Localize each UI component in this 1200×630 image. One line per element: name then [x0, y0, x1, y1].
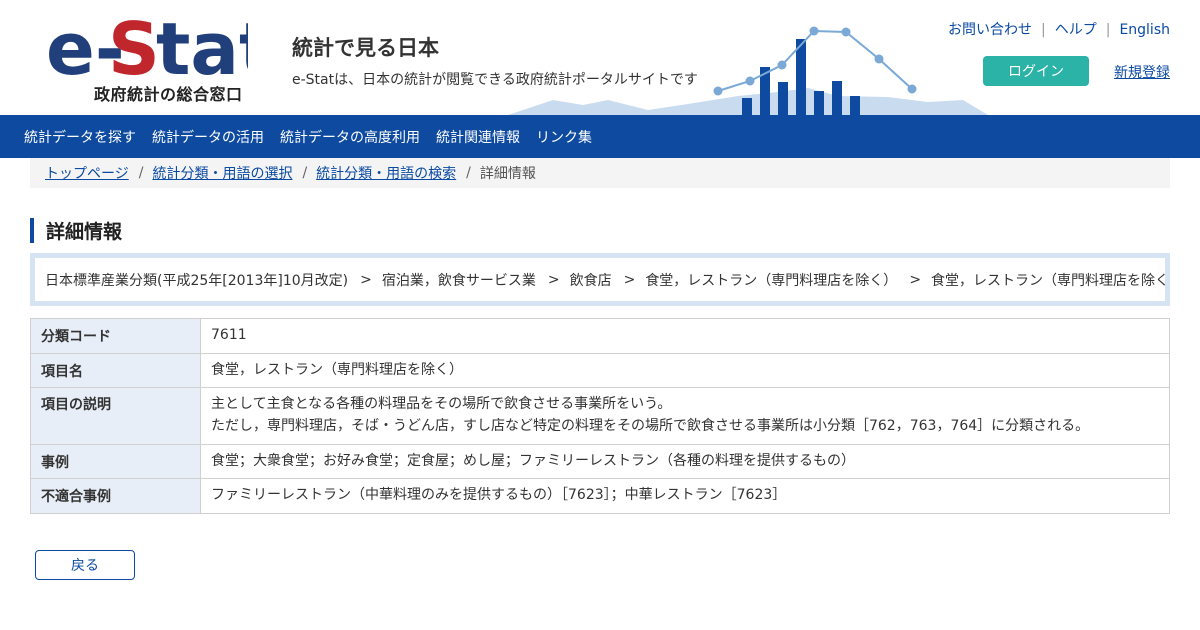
breadcrumb-separator: / — [302, 165, 308, 181]
svg-text:tat: tat — [156, 12, 248, 78]
nav-item-links[interactable]: リンク集 — [528, 127, 600, 147]
tagline-title: 統計で見る日本 — [292, 36, 439, 60]
site-header: e- S tat 政府統計の総合窓口 統計で見る日本 e-Statは、日本の統計… — [0, 0, 1200, 115]
util-separator: | — [1105, 22, 1111, 38]
english-link[interactable]: English — [1119, 22, 1170, 38]
login-button[interactable]: ログイン — [983, 56, 1089, 86]
table-row-description: 項目の説明 主として主食となる各種の料理品をその場所で飲食させる事業所をいう。 … — [30, 387, 1170, 445]
breadcrumb-classification-select[interactable]: 統計分類・用語の選択 — [152, 163, 292, 183]
svg-text:S: S — [108, 12, 160, 78]
non-examples-label: 不適合事例 — [30, 478, 201, 515]
table-row-name: 項目名 食堂，レストラン（専門料理店を除く） — [30, 352, 1170, 389]
breadcrumb-top-page[interactable]: トップページ — [45, 163, 129, 183]
description-line: 主として主食となる各種の料理品をその場所で飲食させる事業所をいう。 — [211, 396, 672, 413]
description-line: ただし，専門料理店，そば・うどん店，すし店など特定の料理をその場所で飲食させる事… — [211, 418, 1090, 435]
nav-item-use-data[interactable]: 統計データの活用 — [144, 127, 272, 147]
logo-subtitle: 政府統計の総合窓口 — [94, 85, 243, 104]
main-navigation: 統計データを探す 統計データの活用 統計データの高度利用 統計関連情報 リンク集 — [0, 115, 1200, 158]
utility-links: お問い合わせ | ヘルプ | English — [948, 19, 1170, 39]
path-separator: > — [547, 271, 560, 288]
breadcrumb-classification-search[interactable]: 統計分類・用語の検索 — [316, 163, 456, 183]
path-item: 飲食店 — [569, 272, 612, 289]
path-item: 食堂，レストラン（専門料理店を除く） — [645, 272, 898, 289]
table-row-examples: 事例 食堂；大衆食堂；お好み食堂；定食屋；めし屋；ファミリーレストラン（各種の料… — [30, 443, 1170, 480]
table-row-non-examples: 不適合事例 ファミリーレストラン（中華料理のみを提供するもの）［7623］；中華… — [30, 478, 1170, 515]
table-row-code: 分類コード 7611 — [30, 318, 1170, 354]
path-separator: > — [360, 271, 372, 288]
contact-link[interactable]: お問い合わせ — [948, 22, 1032, 38]
description-label: 項目の説明 — [30, 387, 201, 445]
page-title: 詳細情報 — [30, 218, 122, 243]
description-value: 主として主食となる各種の料理品をその場所で飲食させる事業所をいう。 ただし，専門… — [200, 387, 1170, 445]
examples-value: 食堂；大衆食堂；お好み食堂；定食屋；めし屋；ファミリーレストラン（各種の料理を提… — [200, 443, 1170, 480]
back-button[interactable]: 戻る — [35, 550, 135, 580]
path-separator: > — [623, 271, 636, 288]
path-item: 食堂，レストラン（専門料理店を除く） — [931, 272, 1170, 289]
nav-item-related-info[interactable]: 統計関連情報 — [428, 127, 528, 147]
classification-path: 日本標準産業分類(平成25年[2013年]10月改定) > 宿泊業，飲食サービス… — [30, 253, 1170, 306]
register-link[interactable]: 新規登録 — [1114, 62, 1170, 82]
nav-item-advanced-use[interactable]: 統計データの高度利用 — [272, 127, 428, 147]
code-value: 7611 — [200, 318, 1170, 354]
estat-logo-mark: e- S tat — [46, 12, 248, 78]
util-separator: | — [1041, 22, 1046, 38]
path-separator: > — [909, 271, 922, 288]
item-name-label: 項目名 — [30, 352, 201, 389]
estat-logo[interactable]: e- S tat 政府統計の総合窓口 — [46, 12, 248, 104]
path-item: 日本標準産業分類(平成25年[2013年]10月改定) — [45, 272, 349, 289]
non-examples-value: ファミリーレストラン（中華料理のみを提供するもの）［7623］；中華レストラン［… — [200, 478, 1170, 515]
nav-item-search-data[interactable]: 統計データを探す — [16, 127, 144, 147]
breadcrumb-separator: / — [466, 165, 471, 181]
code-label: 分類コード — [30, 318, 201, 354]
examples-label: 事例 — [30, 443, 201, 480]
breadcrumb: トップページ / 統計分類・用語の選択 / 統計分類・用語の検索 / 詳細情報 — [30, 158, 1170, 188]
breadcrumb-current: 詳細情報 — [479, 166, 536, 182]
detail-table: 分類コード 7611 項目名 食堂，レストラン（専門料理店を除く） 項目の説明 … — [30, 318, 1170, 515]
help-link[interactable]: ヘルプ — [1055, 22, 1097, 38]
hero-chart-graphic — [508, 26, 988, 115]
breadcrumb-separator: / — [138, 165, 144, 181]
item-name-value: 食堂，レストラン（専門料理店を除く） — [200, 352, 1170, 389]
path-item: 宿泊業，飲食サービス業 — [381, 272, 536, 289]
